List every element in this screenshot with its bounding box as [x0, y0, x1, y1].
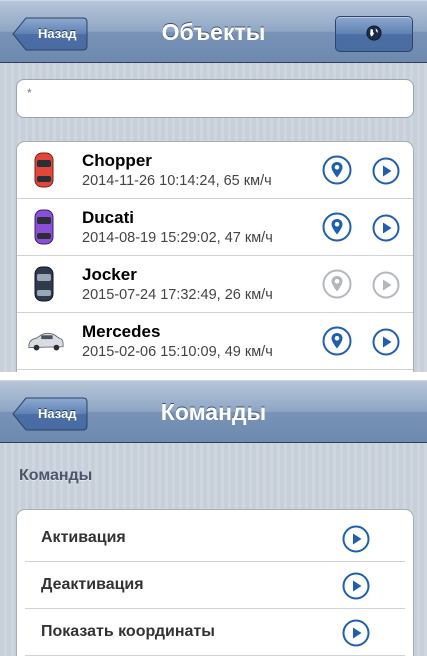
objects-list: Chopper 2014-11-26 10:14:24, 65 км/ч Duc…: [16, 141, 414, 372]
command-item-show-coordinates[interactable]: Показать координаты: [25, 609, 405, 656]
play-icon[interactable]: [342, 572, 370, 600]
location-pin-icon[interactable]: [322, 326, 352, 356]
back-button[interactable]: Назад: [12, 17, 88, 51]
object-meta: 2014-11-26 10:14:24, 65 км/ч: [82, 173, 272, 189]
car-icon: [34, 152, 54, 188]
list-item[interactable]: Mercedes 2015-02-06 15:10:09, 49 км/ч: [17, 313, 413, 370]
object-name: Jocker: [82, 265, 137, 284]
objects-screen: Объекты Назад * Chopper 2014-11-26 10:14…: [0, 0, 427, 372]
car-icon: [34, 266, 54, 302]
command-item-deactivation[interactable]: Деактивация: [25, 562, 405, 609]
back-button[interactable]: Назад: [12, 397, 88, 431]
objects-navbar: Объекты Назад: [0, 0, 427, 63]
object-meta: 2015-07-24 17:32:49, 26 км/ч: [82, 287, 273, 303]
play-icon[interactable]: [342, 619, 370, 647]
commands-navbar: Команды Назад: [0, 380, 427, 443]
car-icon: [34, 209, 54, 245]
command-label: Показать координаты: [41, 623, 215, 640]
search-input[interactable]: *: [16, 79, 414, 118]
commands-screen: Команды Назад Команды Активация Деактива…: [0, 380, 427, 656]
command-item-activation[interactable]: Активация: [25, 515, 405, 562]
location-pin-icon[interactable]: [322, 269, 352, 299]
command-label: Деактивация: [41, 576, 144, 593]
play-icon[interactable]: [372, 271, 400, 299]
play-icon[interactable]: [372, 157, 400, 185]
object-name: Chopper: [82, 151, 152, 170]
commands-list: Активация Деактивация Показать координат…: [16, 509, 414, 656]
globe-icon: [366, 25, 382, 41]
car-icon: [28, 332, 64, 351]
list-item[interactable]: Chopper 2014-11-26 10:14:24, 65 км/ч: [17, 142, 413, 199]
object-name: Ducati: [82, 208, 134, 227]
back-button-label: Назад: [38, 26, 77, 41]
play-icon[interactable]: [372, 214, 400, 242]
section-header: Команды: [19, 467, 93, 484]
command-label: Активация: [41, 529, 126, 546]
play-icon[interactable]: [372, 328, 400, 356]
location-pin-icon[interactable]: [322, 212, 352, 242]
object-meta: 2015-02-06 15:10:09, 49 км/ч: [82, 344, 273, 360]
play-icon[interactable]: [342, 525, 370, 553]
map-button[interactable]: [335, 16, 413, 52]
location-pin-icon[interactable]: [322, 155, 352, 185]
list-item[interactable]: Jocker 2015-07-24 17:32:49, 26 км/ч: [17, 256, 413, 313]
back-button-label: Назад: [38, 406, 77, 421]
list-item[interactable]: Ducati 2014-08-19 15:29:02, 47 км/ч: [17, 199, 413, 256]
object-name: Mercedes: [82, 322, 161, 341]
object-meta: 2014-08-19 15:29:02, 47 км/ч: [82, 230, 273, 246]
